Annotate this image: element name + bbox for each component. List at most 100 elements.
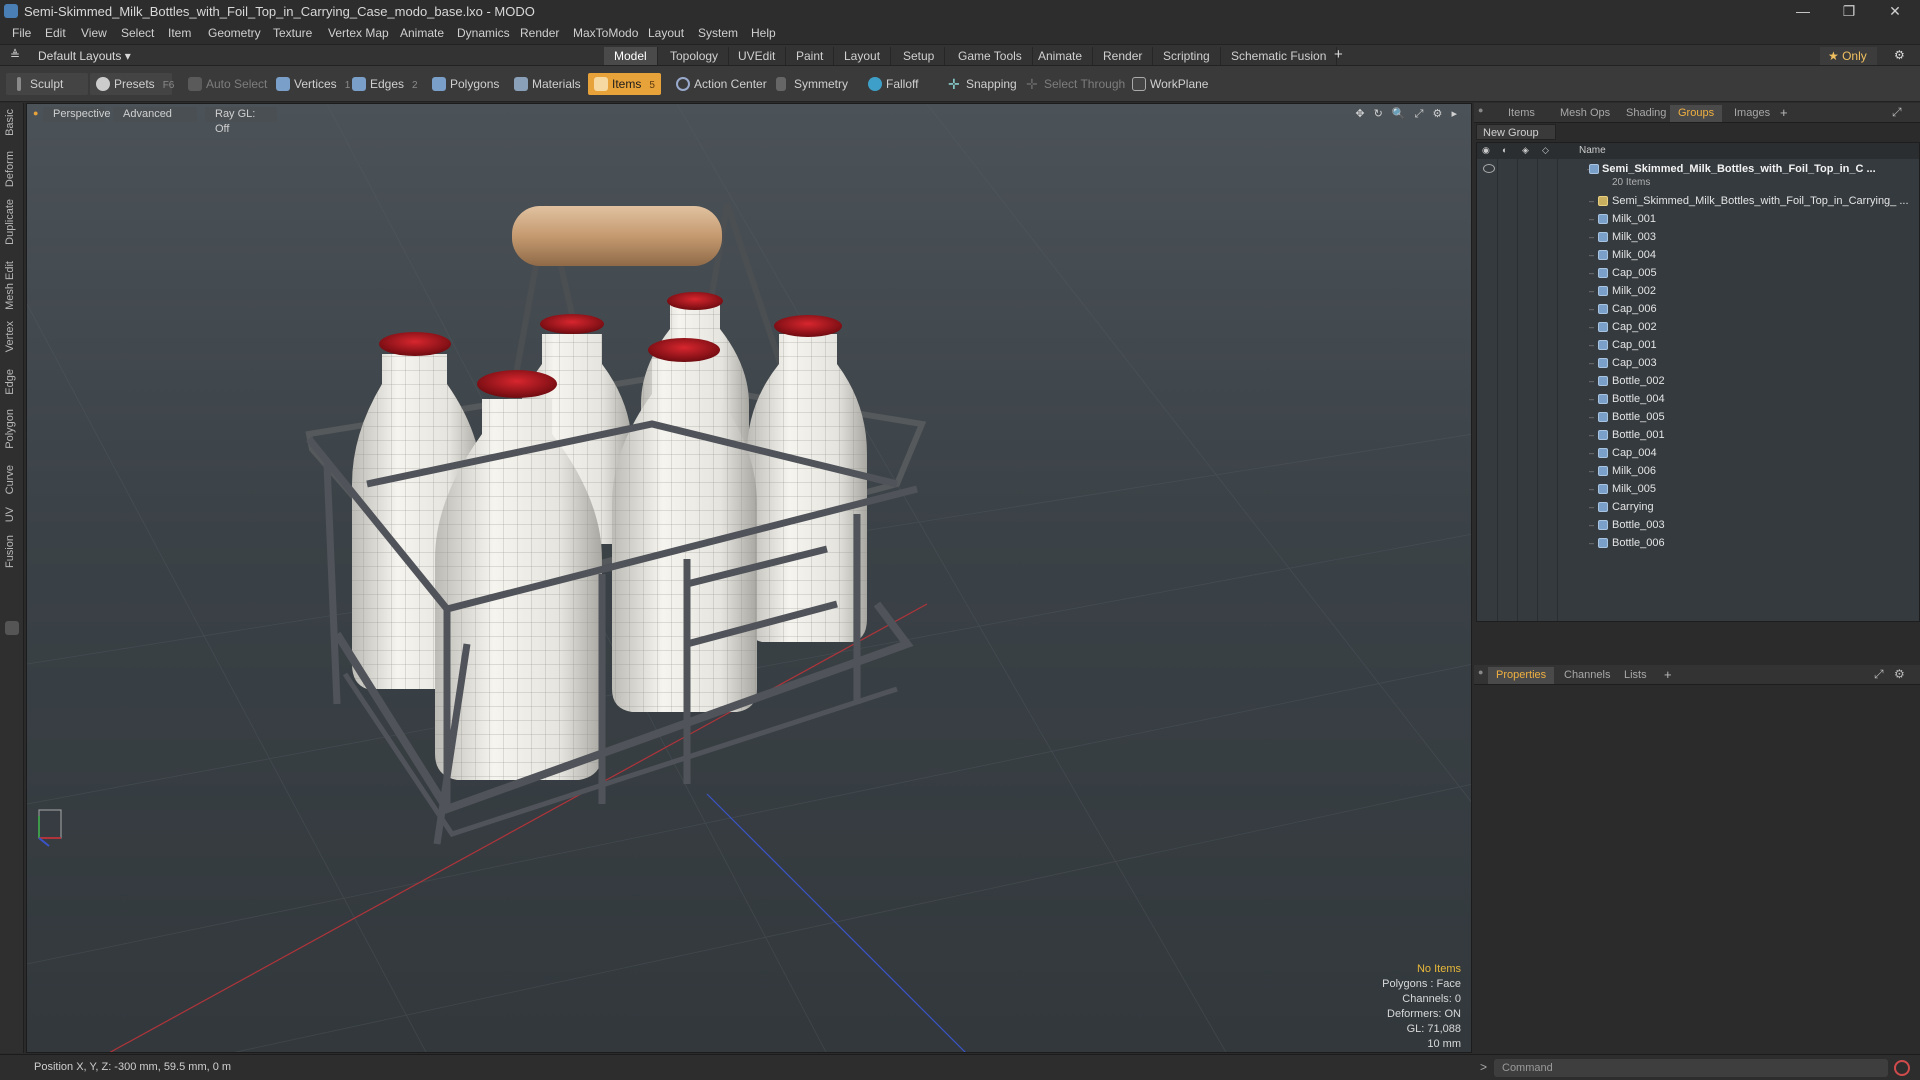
tab-render[interactable]: Render	[1093, 47, 1154, 65]
vertices-button[interactable]: Vertices 1	[270, 73, 356, 95]
menu-item[interactable]: Item	[168, 26, 191, 40]
tab-game-tools[interactable]: Game Tools	[948, 47, 1033, 65]
select-through-button[interactable]: ✛ Select Through	[1020, 73, 1131, 95]
panel-settings-icon[interactable]: ⚙	[1894, 667, 1905, 681]
tab-items[interactable]: Items	[1500, 105, 1543, 122]
tree-row[interactable]: – Bottle_005	[1477, 408, 1919, 426]
left-tab-duplicate[interactable]: Duplicate	[4, 199, 20, 245]
view-mode-chip[interactable]: Perspective	[43, 107, 110, 122]
menu-texture[interactable]: Texture	[273, 26, 312, 40]
tree-row[interactable]: – Bottle_004	[1477, 390, 1919, 408]
tree-row[interactable]: – Bottle_003	[1477, 516, 1919, 534]
left-tab-basic[interactable]: Basic	[4, 109, 20, 136]
tree-row[interactable]: – Carrying	[1477, 498, 1919, 516]
left-tab-fusion[interactable]: Fusion	[4, 535, 20, 568]
viewport-scene[interactable]	[27, 104, 1472, 1053]
settings-gear-icon[interactable]: ⚙	[1894, 48, 1905, 62]
tab-topology[interactable]: Topology	[660, 47, 730, 65]
tab-model[interactable]: Model	[604, 47, 658, 65]
menu-vertex-map[interactable]: Vertex Map	[328, 26, 389, 40]
tree-row[interactable]: – Cap_001	[1477, 336, 1919, 354]
edges-button[interactable]: Edges 2	[346, 73, 424, 95]
layout-collapse-icon[interactable]: ≜	[10, 48, 20, 62]
tree-row[interactable]: – Milk_006	[1477, 462, 1919, 480]
add-tab-button[interactable]: +	[1334, 46, 1343, 63]
items-button[interactable]: Items 5	[588, 73, 661, 95]
menu-file[interactable]: File	[12, 26, 31, 40]
tree-row[interactable]: – Cap_004	[1477, 444, 1919, 462]
panel-menu-icon[interactable]: ●	[1478, 667, 1483, 677]
tree-row[interactable]: – Bottle_006	[1477, 534, 1919, 552]
pan-icon[interactable]: ✥	[1355, 107, 1364, 120]
only-toggle[interactable]: ★ Only	[1820, 47, 1877, 65]
menu-edit[interactable]: Edit	[45, 26, 66, 40]
add-panel-tab-button[interactable]: +	[1780, 105, 1788, 120]
fit-icon[interactable]: ⤢	[1415, 108, 1424, 121]
tree-row[interactable]: – Bottle_002	[1477, 372, 1919, 390]
sculpt-button[interactable]: Sculpt	[6, 73, 88, 95]
left-tab-vertex[interactable]: Vertex	[4, 321, 20, 352]
viewport-menu-icon[interactable]: ●	[33, 108, 38, 118]
tab-setup[interactable]: Setup	[893, 47, 946, 65]
tab-groups[interactable]: Groups	[1670, 105, 1723, 122]
presets-button[interactable]: Presets F6	[90, 73, 174, 95]
panel-expand-icon[interactable]: ⤢	[1874, 667, 1884, 682]
menu-select[interactable]: Select	[121, 26, 154, 40]
menu-geometry[interactable]: Geometry	[208, 26, 261, 40]
tree-row[interactable]: – Milk_004	[1477, 246, 1919, 264]
tree-row[interactable]: – Milk_001	[1477, 210, 1919, 228]
3d-viewport[interactable]: ● Perspective Advanced Ray GL: Off ✥ ↻ 🔍…	[26, 103, 1472, 1053]
group-root-row[interactable]: – Semi_Skimmed_Milk_Bottles_with_Foil_To…	[1477, 160, 1919, 190]
tab-mesh-ops[interactable]: Mesh Ops	[1552, 105, 1618, 122]
shading-mode-chip[interactable]: Advanced	[113, 107, 197, 122]
command-input[interactable]: Command	[1494, 1059, 1888, 1077]
expand-arrow-icon[interactable]: ▸	[1451, 107, 1457, 120]
panel-expand-icon[interactable]: ⤢	[1892, 105, 1902, 120]
menu-maxtomodo[interactable]: MaxToModo	[573, 26, 638, 40]
tree-row[interactable]: – Cap_002	[1477, 318, 1919, 336]
tab-uvedit[interactable]: UVEdit	[728, 47, 787, 65]
tab-lists[interactable]: Lists	[1616, 667, 1655, 684]
tree-row[interactable]: – Cap_006	[1477, 300, 1919, 318]
tree-row[interactable]: – Milk_002	[1477, 282, 1919, 300]
menu-animate[interactable]: Animate	[400, 26, 444, 40]
menu-system[interactable]: System	[698, 26, 738, 40]
tree-row[interactable]: – Milk_005	[1477, 480, 1919, 498]
left-tab-curve[interactable]: Curve	[4, 465, 20, 494]
tree-row[interactable]: – Milk_003	[1477, 228, 1919, 246]
left-tab-edge[interactable]: Edge	[4, 369, 20, 395]
stop-icon[interactable]	[1894, 1060, 1910, 1076]
materials-button[interactable]: Materials	[508, 73, 587, 95]
left-tab-mesh-edit[interactable]: Mesh Edit	[4, 261, 20, 310]
tree-row[interactable]: – Cap_003	[1477, 354, 1919, 372]
polygons-button[interactable]: Polygons	[426, 73, 505, 95]
symmetry-button[interactable]: Symmetry	[770, 73, 854, 95]
auto-select-button[interactable]: Auto Select	[182, 73, 273, 95]
tree-row[interactable]: – Cap_005	[1477, 264, 1919, 282]
falloff-button[interactable]: Falloff	[862, 73, 924, 95]
tab-images[interactable]: Images	[1726, 105, 1778, 122]
rotate-icon[interactable]: ↻	[1374, 107, 1383, 120]
zoom-icon[interactable]: 🔍	[1392, 107, 1406, 120]
tab-schematic-fusion[interactable]: Schematic Fusion	[1221, 47, 1338, 65]
left-tab-deform[interactable]: Deform	[4, 151, 20, 187]
panel-menu-icon[interactable]: ●	[1478, 105, 1483, 115]
left-tab-polygon[interactable]: Polygon	[4, 409, 20, 449]
add-panel-tab-button[interactable]: +	[1664, 667, 1672, 682]
name-column-header[interactable]: Name	[1579, 145, 1606, 156]
eye-icon[interactable]	[1483, 164, 1495, 173]
menu-dynamics[interactable]: Dynamics	[457, 26, 510, 40]
menu-render[interactable]: Render	[520, 26, 559, 40]
raygl-chip[interactable]: Ray GL: Off	[205, 107, 277, 135]
close-button[interactable]: ✕	[1872, 0, 1918, 22]
tab-properties[interactable]: Properties	[1488, 667, 1555, 684]
tree-row[interactable]: – Semi_Skimmed_Milk_Bottles_with_Foil_Top…	[1477, 192, 1919, 210]
workplane-button[interactable]: WorkPlane	[1126, 73, 1214, 95]
tab-channels[interactable]: Channels	[1556, 667, 1618, 684]
tree-row[interactable]: – Bottle_001	[1477, 426, 1919, 444]
tab-animate[interactable]: Animate	[1028, 47, 1094, 65]
tab-paint[interactable]: Paint	[786, 47, 835, 65]
tab-scripting[interactable]: Scripting	[1153, 47, 1221, 65]
left-panel-toggle-icon[interactable]	[5, 621, 19, 635]
menu-layout[interactable]: Layout	[648, 26, 684, 40]
